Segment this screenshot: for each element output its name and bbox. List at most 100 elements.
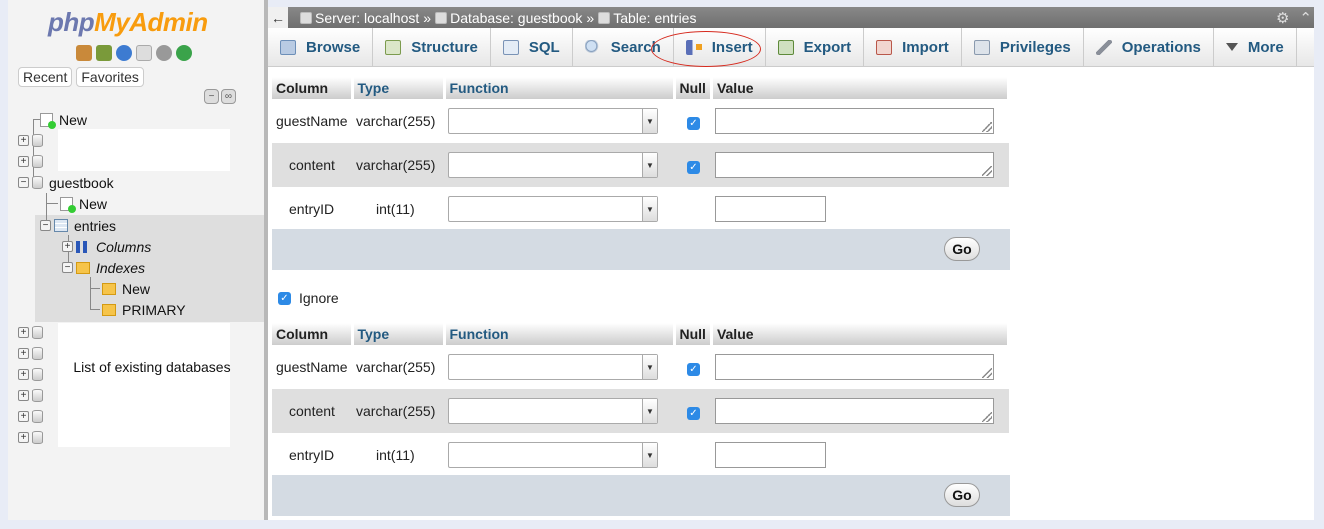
value-input[interactable] — [715, 442, 827, 468]
expand-icon[interactable]: + — [62, 241, 73, 252]
table-row: guestName varchar(255) ▼ ✓ — [272, 99, 1009, 143]
tab-insert[interactable]: Insert — [674, 28, 766, 66]
tree-index-primary[interactable]: PRIMARY — [102, 299, 186, 320]
tree-database[interactable]: + — [18, 322, 49, 343]
tree-database-guestbook[interactable]: − guestbook — [18, 172, 114, 193]
logout-icon[interactable] — [96, 45, 112, 61]
null-header: Null — [674, 77, 713, 99]
help-icon[interactable] — [116, 45, 132, 61]
expand-icon[interactable]: + — [18, 390, 29, 401]
tab-structure[interactable]: Structure — [373, 28, 491, 66]
tree-database[interactable]: + — [18, 364, 49, 385]
tab-browse[interactable]: Browse — [268, 28, 374, 66]
value-input[interactable] — [715, 196, 827, 222]
column-name: entryID — [272, 433, 352, 477]
database-icon — [435, 11, 448, 24]
table-row: entryID int(11) ▼ — [272, 187, 1009, 231]
expand-icon[interactable]: + — [18, 327, 29, 338]
column-type: varchar(255) — [352, 99, 444, 143]
null-checkbox[interactable]: ✓ — [687, 116, 700, 130]
function-select[interactable]: ▼ — [448, 152, 658, 178]
tree-new-index[interactable]: New — [102, 278, 150, 299]
chevron-down-icon: ▼ — [642, 399, 657, 423]
recent-tab[interactable]: Recent — [18, 67, 73, 87]
value-textarea[interactable] — [715, 354, 995, 380]
structure-icon — [385, 39, 402, 55]
insert-form-2: Column Type Function Null Value guestNam… — [272, 323, 1011, 477]
tree-new-database[interactable]: New — [32, 109, 87, 130]
chevron-down-icon: ▼ — [642, 153, 657, 177]
breadcrumb-table[interactable]: Table: entries — [613, 10, 696, 26]
tab-export[interactable]: Export — [766, 28, 865, 66]
null-checkbox[interactable]: ✓ — [687, 406, 700, 420]
chevron-down-icon: ▼ — [642, 443, 657, 467]
column-name: content — [272, 143, 352, 187]
indexes-icon — [76, 261, 90, 274]
tab-more[interactable]: More — [1214, 28, 1297, 66]
function-select[interactable]: ▼ — [448, 354, 658, 380]
ignore-option[interactable]: ✓ Ignore — [278, 290, 339, 306]
link-with-main-icon[interactable]: ∞ — [221, 89, 236, 104]
value-textarea[interactable] — [715, 108, 995, 134]
function-select[interactable]: ▼ — [448, 108, 658, 134]
tree-table-entries[interactable]: − entries — [40, 215, 116, 236]
main-panel: Browse Structure SQL Search Insert Expor… — [268, 28, 1314, 520]
collapse-icon[interactable]: − — [40, 220, 51, 231]
breadcrumb-database[interactable]: Database: guestbook — [450, 10, 582, 26]
go-button[interactable]: Go — [944, 237, 980, 261]
null-checkbox[interactable]: ✓ — [687, 160, 700, 174]
tab-operations[interactable]: Operations — [1084, 28, 1214, 66]
tree-new-table[interactable]: New — [60, 193, 107, 214]
breadcrumb-server[interactable]: Server: localhost — [315, 10, 419, 26]
tree-columns[interactable]: + Columns — [62, 236, 151, 257]
home-icon[interactable] — [76, 45, 92, 61]
collapse-top-icon[interactable]: ⌃ — [1299, 9, 1312, 27]
phpmyadmin-logo[interactable]: phpMyAdmin — [48, 7, 208, 38]
tree-database[interactable]: + — [18, 130, 49, 151]
expand-icon[interactable]: + — [18, 369, 29, 380]
settings-icon[interactable] — [156, 45, 172, 61]
function-header[interactable]: Function — [444, 77, 676, 99]
back-arrow-icon[interactable]: ← — [268, 7, 288, 28]
go-button[interactable]: Go — [944, 483, 980, 507]
expand-icon[interactable]: + — [18, 411, 29, 422]
function-header[interactable]: Function — [444, 323, 676, 345]
tree-indexes[interactable]: − Indexes — [62, 257, 145, 278]
expand-icon[interactable]: + — [18, 156, 29, 167]
collapse-all-icon[interactable]: − — [204, 89, 219, 104]
tree-database[interactable]: + — [18, 343, 49, 364]
type-header[interactable]: Type — [352, 323, 446, 345]
column-type: int(11) — [352, 187, 444, 231]
collapse-icon[interactable]: − — [18, 177, 29, 188]
tab-search[interactable]: Search — [573, 28, 674, 66]
ignore-checkbox[interactable]: ✓ — [278, 291, 291, 305]
tree-database[interactable]: + — [18, 151, 49, 172]
value-textarea[interactable] — [715, 152, 995, 178]
expand-icon[interactable]: + — [18, 432, 29, 443]
null-checkbox[interactable]: ✓ — [687, 362, 700, 376]
new-database-icon — [40, 112, 56, 129]
tab-privileges[interactable]: Privileges — [962, 28, 1084, 66]
column-name: guestName — [272, 345, 352, 389]
favorites-tab[interactable]: Favorites — [76, 67, 144, 87]
tab-sql[interactable]: SQL — [491, 28, 573, 66]
table-tabs: Browse Structure SQL Search Insert Expor… — [268, 28, 1314, 67]
type-header[interactable]: Type — [352, 77, 446, 99]
collapse-icon[interactable]: − — [62, 262, 73, 273]
chevron-down-icon: ▼ — [642, 197, 657, 221]
expand-icon[interactable]: + — [18, 348, 29, 359]
value-textarea[interactable] — [715, 398, 995, 424]
tree-database[interactable]: + — [18, 406, 49, 427]
function-select[interactable]: ▼ — [448, 442, 658, 468]
tab-import[interactable]: Import — [864, 28, 962, 66]
function-select[interactable]: ▼ — [448, 196, 658, 222]
tree-database[interactable]: + — [18, 427, 49, 448]
tree-database[interactable]: + — [18, 385, 49, 406]
settings-gear-icon[interactable]: ⚙ — [1276, 9, 1289, 27]
docs-icon[interactable] — [136, 45, 152, 61]
database-icon — [32, 347, 43, 360]
reload-icon[interactable] — [176, 45, 192, 61]
form-2-footer: Go — [272, 475, 1010, 516]
expand-icon[interactable]: + — [18, 135, 29, 146]
function-select[interactable]: ▼ — [448, 398, 658, 424]
